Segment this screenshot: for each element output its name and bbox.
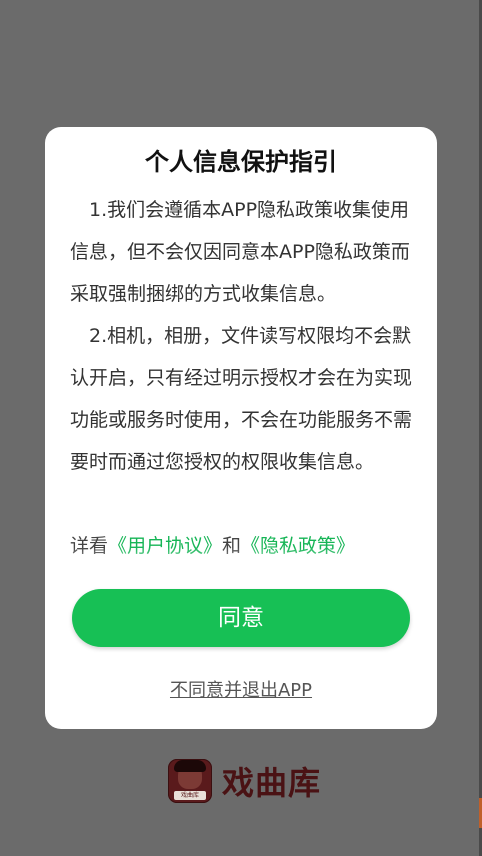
scroll-fade bbox=[70, 547, 415, 579]
brand-name: 戏曲库 bbox=[222, 764, 322, 802]
brand-lockup: 戏曲库 戏曲库 bbox=[168, 758, 321, 804]
paragraph-1: 1.我们会遵循本APP隐私政策收集使用信息，但不会仅因同意本APP隐私政策而采取… bbox=[70, 199, 410, 305]
logo-hat bbox=[174, 760, 206, 772]
app-logo-icon: 戏曲库 bbox=[168, 759, 212, 803]
disagree-exit-link[interactable]: 不同意并退出APP bbox=[45, 678, 437, 704]
dialog-body[interactable]: 1.我们会遵循本APP隐私政策收集使用信息，但不会仅因同意本APP隐私政策而采取… bbox=[70, 189, 415, 577]
privacy-dialog: 个人信息保护指引 1.我们会遵循本APP隐私政策收集使用信息，但不会仅因同意本A… bbox=[45, 127, 437, 729]
dialog-title: 个人信息保护指引 bbox=[145, 148, 337, 176]
agree-button[interactable]: 同意 bbox=[72, 589, 410, 647]
paragraph-2: 2.相机，相册，文件读写权限均不会默认开启，只有经过明示授权才会在为实现功能或服… bbox=[70, 325, 413, 473]
logo-tag: 戏曲库 bbox=[174, 791, 206, 800]
